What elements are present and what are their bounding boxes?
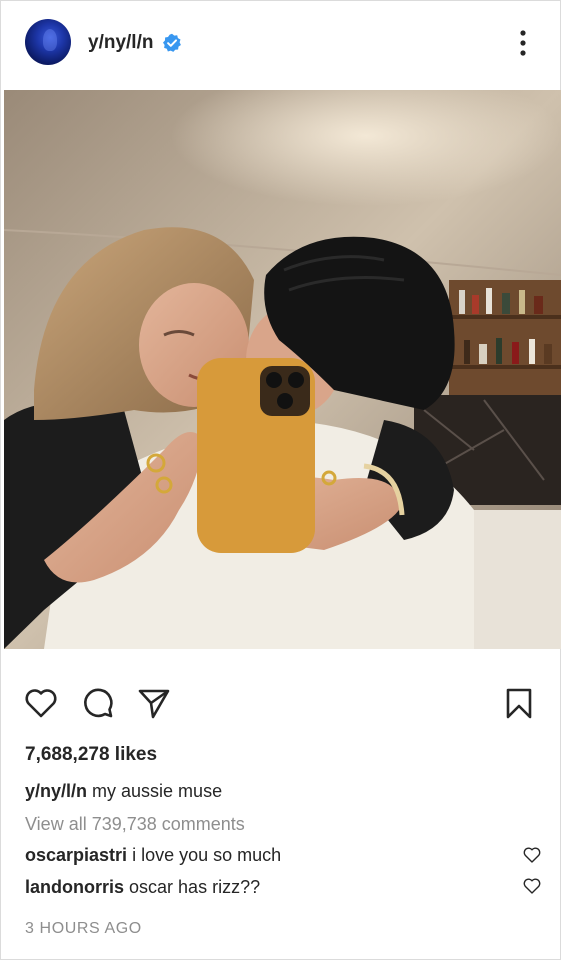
caption-text: my aussie muse [92, 781, 223, 801]
comment-like-heart-icon[interactable] [522, 876, 542, 896]
bookmark-icon[interactable] [501, 685, 537, 721]
instagram-post: y/ny/l/n 7,688,278 likes y/ny/l/n my aus… [0, 0, 561, 960]
heart-icon[interactable] [23, 685, 59, 721]
comment-text: i love you so much [132, 845, 282, 865]
couple-mirror-selfie-photo [4, 90, 561, 649]
verified-badge-icon [163, 33, 181, 52]
view-all-comments-link[interactable]: View all 739,738 comments [25, 814, 245, 835]
avatar[interactable] [25, 19, 71, 65]
more-options-icon[interactable] [511, 27, 535, 59]
caption: y/ny/l/n my aussie muse [25, 781, 222, 802]
paper-plane-icon[interactable] [136, 685, 172, 721]
comment-username[interactable]: oscarpiastri [25, 845, 127, 865]
post-photo[interactable] [4, 90, 561, 649]
post-timestamp: 3 HOURS AGO [25, 920, 142, 937]
comment-item: oscarpiastri i love you so much [25, 845, 281, 866]
likes-count[interactable]: 7,688,278 likes [25, 744, 157, 766]
author-username[interactable]: y/ny/l/n [88, 32, 153, 54]
comment-icon[interactable] [80, 685, 116, 721]
post-header: y/ny/l/n [1, 1, 560, 89]
comment-item: landonorris oscar has rizz?? [25, 877, 260, 898]
post-actions-bar [1, 677, 560, 727]
comment-like-heart-icon[interactable] [522, 845, 542, 865]
comment-text: oscar has rizz?? [129, 877, 261, 897]
comment-username[interactable]: landonorris [25, 877, 124, 897]
caption-username[interactable]: y/ny/l/n [25, 781, 87, 801]
